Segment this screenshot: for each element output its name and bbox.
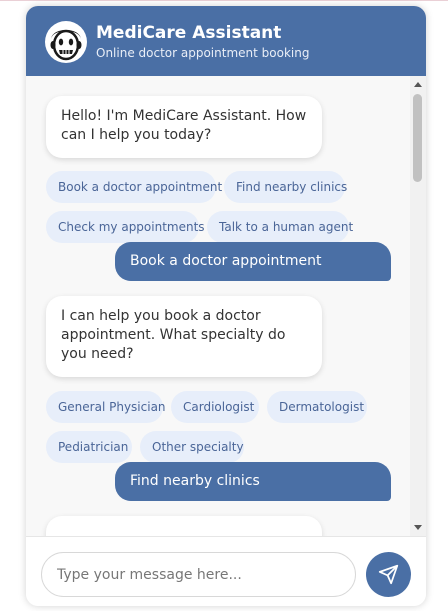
option-other-specialty[interactable]: Other specialty (140, 431, 244, 463)
chat-widget: MediCare Assistant Online doctor appoint… (26, 6, 426, 606)
chat-header: MediCare Assistant Online doctor appoint… (26, 6, 426, 76)
option-find-clinics[interactable]: Find nearby clinics (224, 171, 347, 203)
send-button[interactable] (366, 552, 411, 597)
message-composer (26, 536, 426, 606)
scrollbar-thumb[interactable] (413, 94, 422, 182)
bot-message: I can help you book a doctor appointment… (46, 296, 322, 377)
option-human-agent[interactable]: Talk to a human agent (207, 211, 353, 243)
paper-plane-icon (378, 564, 399, 585)
chat-title: MediCare Assistant (96, 23, 282, 43)
bot-message-partial (46, 516, 322, 536)
user-message: Find nearby clinics (115, 462, 391, 501)
message-list: Hello! I'm MediCare Assistant. How can I… (26, 76, 426, 536)
scroll-down-arrow-icon[interactable] (414, 525, 422, 530)
doctor-face-icon (44, 20, 88, 64)
message-input[interactable] (41, 552, 356, 597)
option-book-appointment[interactable]: Book a doctor appointment (46, 171, 222, 203)
option-cardiologist[interactable]: Cardiologist (171, 391, 259, 423)
option-dermatologist[interactable]: Dermatologist (267, 391, 367, 423)
message-scrollbar[interactable] (410, 76, 426, 536)
chat-subtitle: Online doctor appointment booking (96, 46, 310, 60)
page-top-edge (0, 0, 448, 1)
scroll-up-arrow-icon[interactable] (414, 82, 422, 87)
option-check-appointments[interactable]: Check my appointments (46, 211, 205, 243)
option-pediatrician[interactable]: Pediatrician (46, 431, 132, 463)
bot-message: Hello! I'm MediCare Assistant. How can I… (46, 96, 322, 158)
option-general-physician[interactable]: General Physician (46, 391, 166, 423)
user-message: Book a doctor appointment (115, 242, 391, 281)
